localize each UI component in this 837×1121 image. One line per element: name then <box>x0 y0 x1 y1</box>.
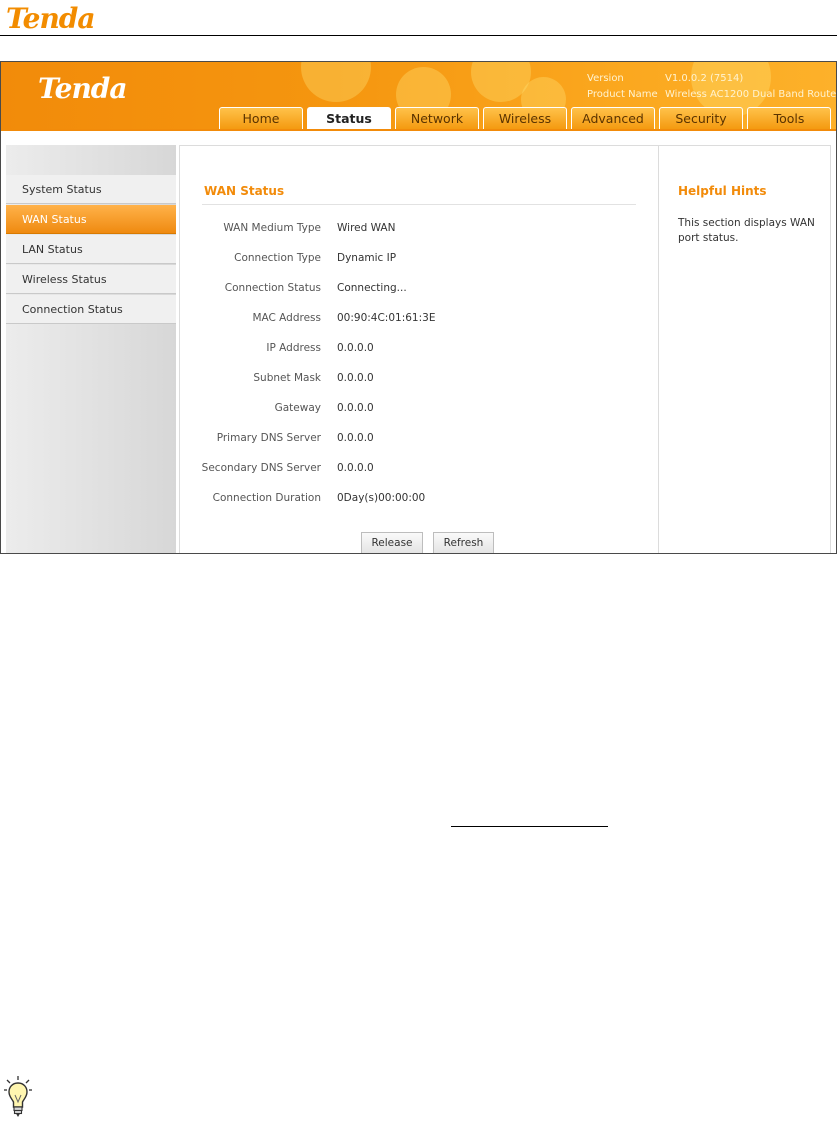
tab-security[interactable]: Security <box>659 107 743 129</box>
document-underline <box>451 826 608 827</box>
connection-status-label: Connection Status <box>224 282 321 294</box>
lightbulb-icon <box>4 1076 32 1117</box>
subnet-mask-label: Subnet Mask <box>253 372 321 384</box>
section-title: WAN Status <box>204 184 285 198</box>
sidebar-item-connection-status[interactable]: Connection Status <box>6 295 176 324</box>
banner: Tenda Version V1.0.0.2 (7514) Product Na… <box>1 62 836 129</box>
release-button[interactable]: Release <box>361 532 423 553</box>
banner-stripe <box>1 129 836 131</box>
ip-address-label: IP Address <box>266 342 321 354</box>
mac-address-label: MAC Address <box>252 312 321 324</box>
helpful-hints-panel: Helpful Hints This section displays WAN … <box>659 145 831 553</box>
version-label: Version <box>587 73 624 84</box>
router-logo: Tenda <box>38 72 128 105</box>
tab-home[interactable]: Home <box>219 107 303 129</box>
gateway-value: 0.0.0.0 <box>337 402 374 414</box>
document-logo: Tenda <box>6 2 96 35</box>
tab-status[interactable]: Status <box>307 107 391 129</box>
hints-title: Helpful Hints <box>678 184 767 198</box>
refresh-button[interactable]: Refresh <box>433 532 494 553</box>
ip-address-value: 0.0.0.0 <box>337 342 374 354</box>
version-value: V1.0.0.2 (7514) <box>665 73 744 84</box>
connection-type-value: Dynamic IP <box>337 252 397 264</box>
subnet-mask-value: 0.0.0.0 <box>337 372 374 384</box>
connection-duration-label: Connection Duration <box>212 492 321 504</box>
tab-network[interactable]: Network <box>395 107 479 129</box>
sidebar-item-wan-status[interactable]: WAN Status <box>6 205 176 234</box>
wan-medium-type-value: Wired WAN <box>337 222 396 234</box>
wan-medium-type-label: WAN Medium Type <box>223 222 321 234</box>
header-divider <box>0 35 837 36</box>
secondary-dns-value: 0.0.0.0 <box>337 462 374 474</box>
section-divider <box>202 204 636 205</box>
sidebar-item-system-status[interactable]: System Status <box>6 175 176 204</box>
connection-duration-value: 0Day(s)00:00:00 <box>337 492 426 504</box>
hints-text: This section displays WAN port status. <box>678 217 815 244</box>
mac-address-value: 00:90:4C:01:61:3E <box>337 312 436 324</box>
product-name-label: Product Name <box>587 89 658 100</box>
tab-advanced[interactable]: Advanced <box>571 107 655 129</box>
sidebar-item-wireless-status[interactable]: Wireless Status <box>6 265 176 294</box>
primary-dns-label: Primary DNS Server <box>216 432 321 444</box>
primary-dns-value: 0.0.0.0 <box>337 432 374 444</box>
connection-type-label: Connection Type <box>234 252 321 264</box>
gateway-label: Gateway <box>274 402 321 414</box>
sidebar: System Status WAN Status LAN Status Wire… <box>6 145 176 553</box>
router-window: Tenda Version V1.0.0.2 (7514) Product Na… <box>0 61 837 554</box>
tab-wireless[interactable]: Wireless <box>483 107 567 129</box>
wan-status-panel: WAN Status WAN Medium Type Wired WAN Con… <box>179 145 659 553</box>
banner-decoration <box>301 62 371 102</box>
sidebar-item-lan-status[interactable]: LAN Status <box>6 235 176 264</box>
product-name-value: Wireless AC1200 Dual Band Router <box>665 89 836 100</box>
secondary-dns-label: Secondary DNS Server <box>201 462 321 474</box>
tab-tools[interactable]: Tools <box>747 107 831 129</box>
connection-status-value: Connecting... <box>337 282 407 294</box>
